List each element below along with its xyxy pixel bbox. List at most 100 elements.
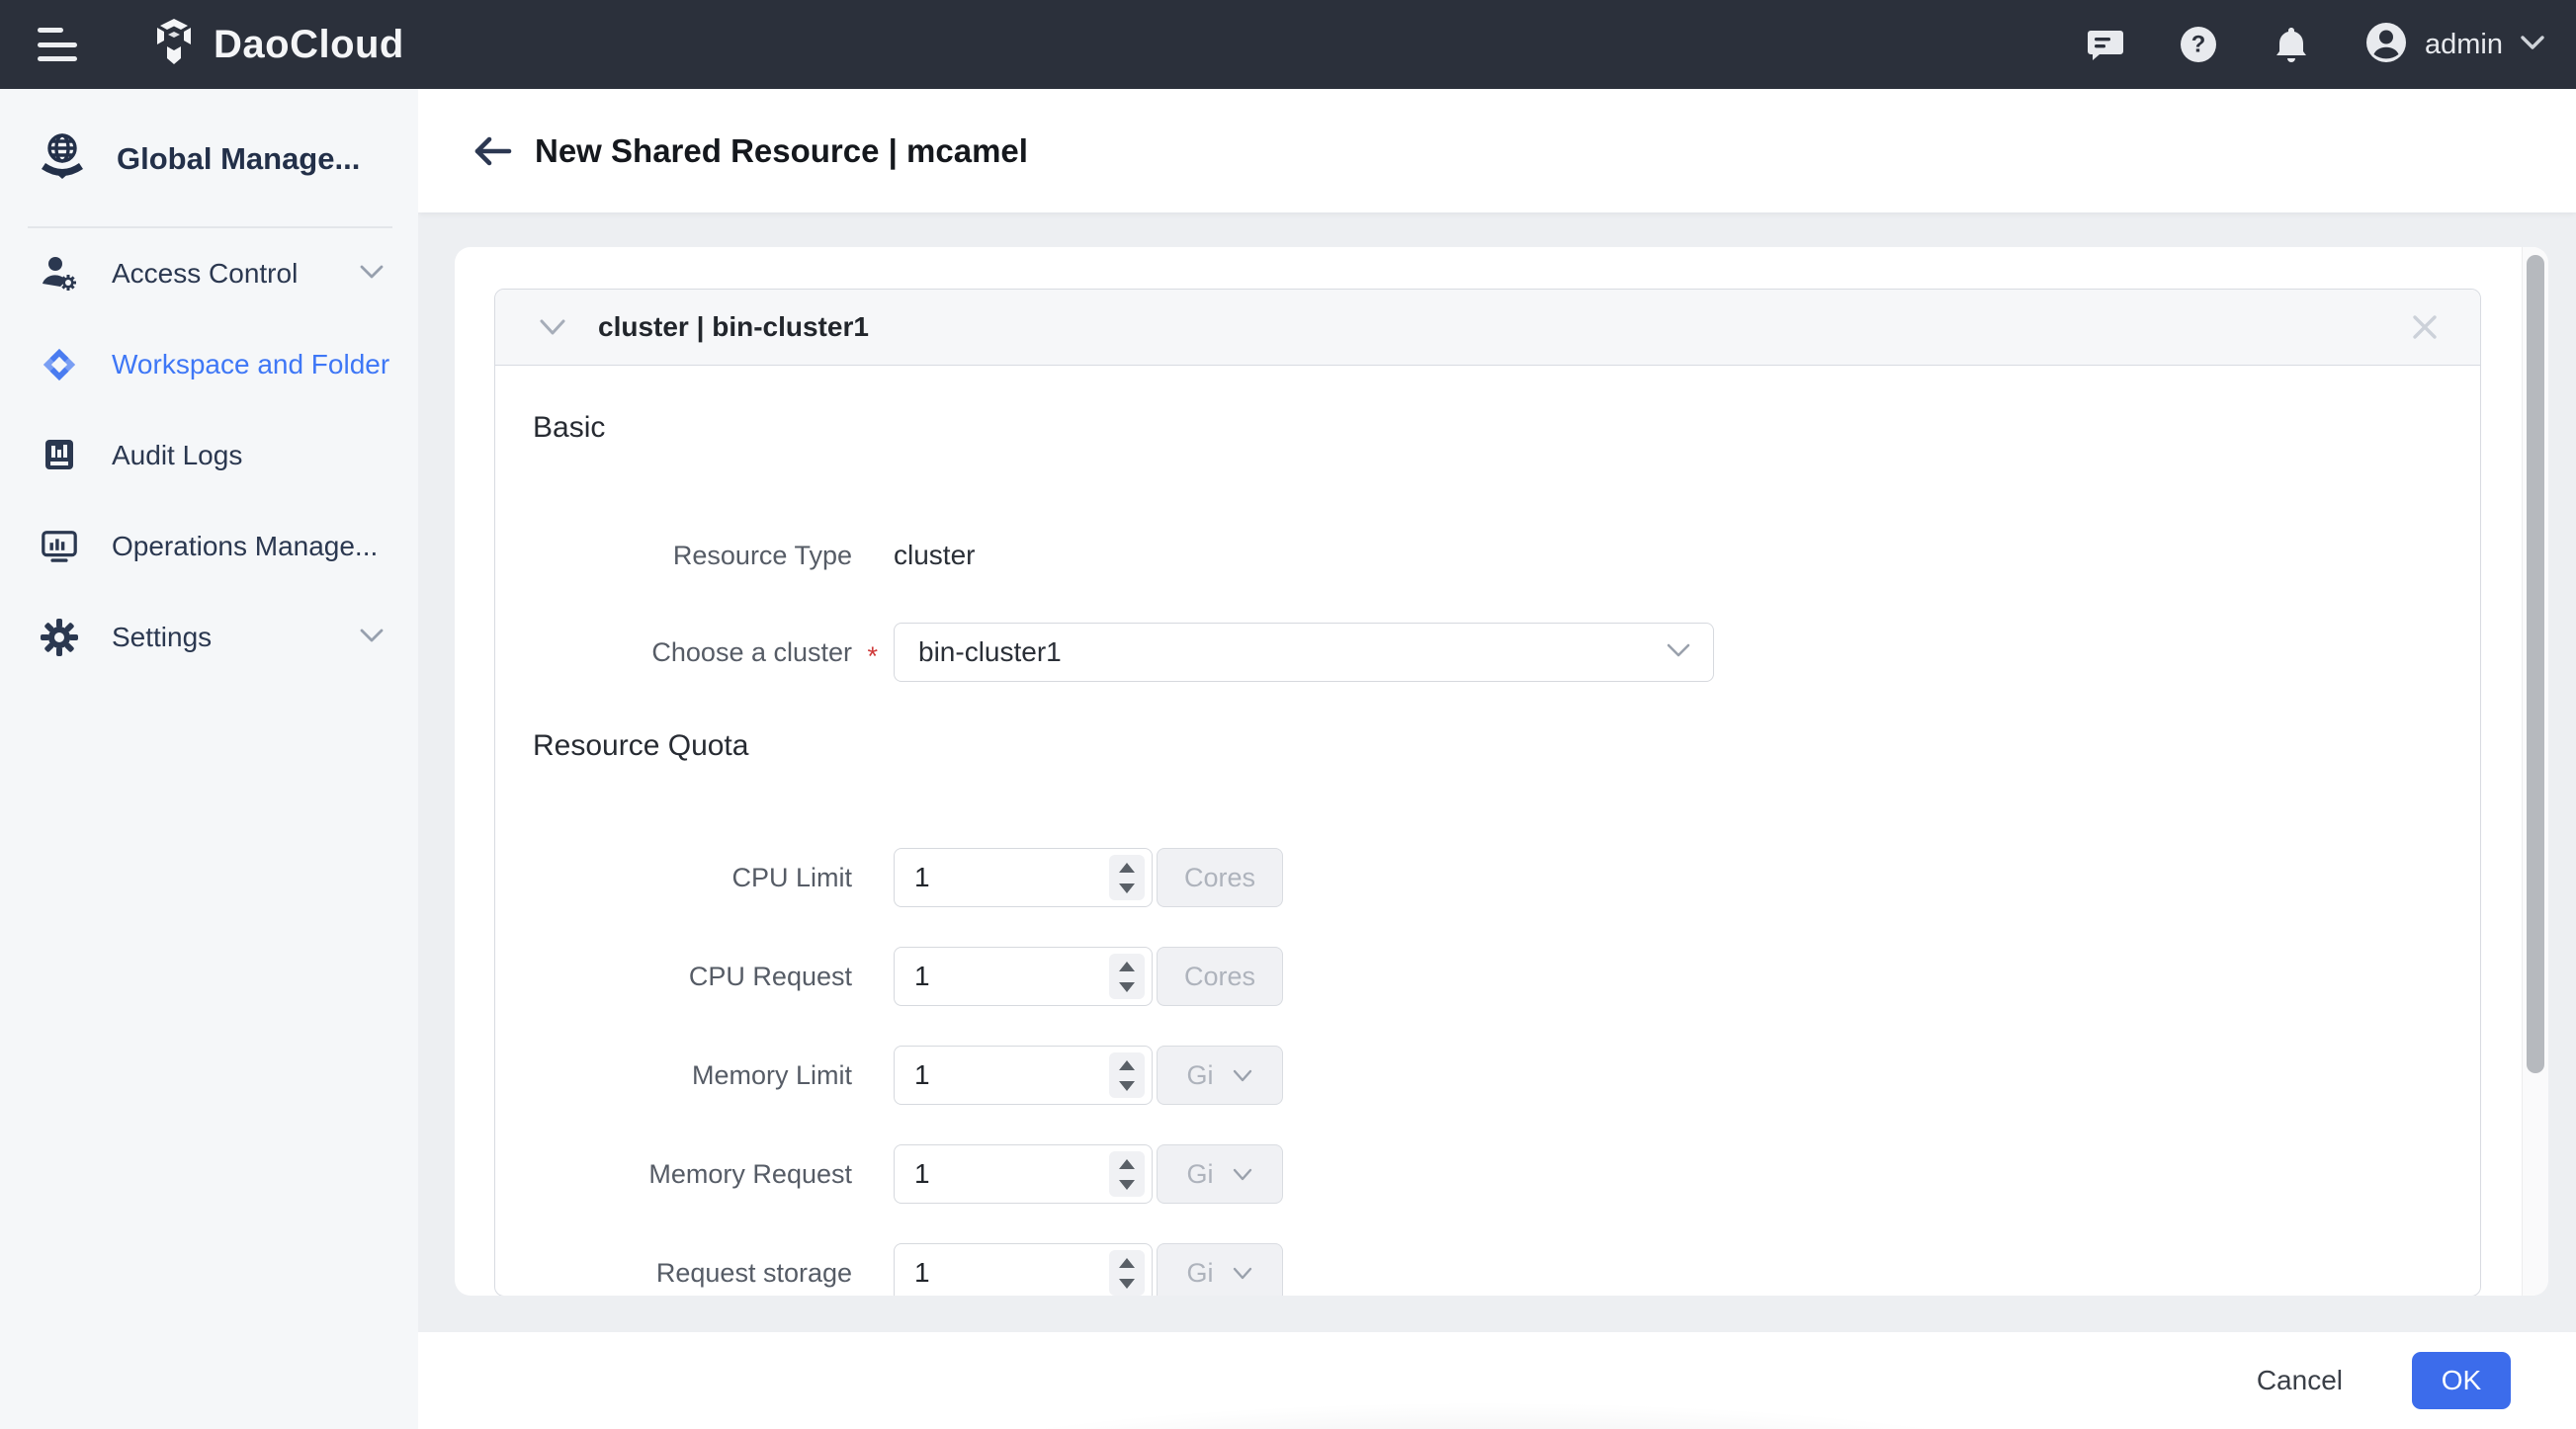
memory-limit-row: Memory Limit Gi xyxy=(533,1046,2480,1105)
request-storage-input[interactable] xyxy=(895,1244,1109,1296)
sidebar-item-label: Audit Logs xyxy=(112,440,242,471)
cpu-limit-input[interactable] xyxy=(895,849,1109,906)
sidebar-item-label: Operations Manage... xyxy=(112,531,378,562)
memory-request-label: Memory Request xyxy=(533,1159,852,1190)
choose-cluster-label: Choose a cluster* xyxy=(533,637,852,668)
stepper-up-icon[interactable] xyxy=(1119,1258,1135,1268)
request-storage-row: Request storage Gi xyxy=(533,1243,2480,1296)
stepper-up-icon[interactable] xyxy=(1119,1159,1135,1169)
memory-limit-unit-select[interactable]: Gi xyxy=(1157,1046,1283,1105)
help-icon[interactable]: ? xyxy=(2178,24,2219,65)
memory-request-input-group xyxy=(894,1144,1153,1204)
request-storage-input-group xyxy=(894,1243,1153,1296)
sidebar: Global Manage... Access Contro xyxy=(0,89,418,1429)
cluster-select[interactable]: bin-cluster1 xyxy=(894,623,1714,682)
footer-actions: Cancel OK xyxy=(2243,1332,2511,1429)
stepper-down-icon[interactable] xyxy=(1119,982,1135,992)
stepper-down-icon[interactable] xyxy=(1119,1081,1135,1091)
sidebar-item-label: Workspace and Folder xyxy=(112,349,389,380)
number-stepper[interactable] xyxy=(1109,855,1145,900)
request-storage-label: Request storage xyxy=(533,1258,852,1289)
scrollbar-track[interactable] xyxy=(2522,247,2548,1296)
topbar-right: ? admin xyxy=(2085,20,2576,70)
number-stepper[interactable] xyxy=(1109,954,1145,999)
required-asterisk: * xyxy=(867,641,878,672)
footer-bar: Cancel OK xyxy=(418,1332,2576,1429)
number-stepper[interactable] xyxy=(1109,1151,1145,1197)
cpu-request-row: CPU Request Cores xyxy=(533,947,2480,1006)
cpu-limit-input-group xyxy=(894,848,1153,907)
request-storage-unit-select[interactable]: Gi xyxy=(1157,1243,1283,1296)
sidebar-item-settings[interactable]: Settings xyxy=(0,592,418,683)
stepper-up-icon[interactable] xyxy=(1119,1060,1135,1070)
user-gear-icon xyxy=(40,254,79,294)
chevron-down-icon xyxy=(1232,1266,1253,1281)
sidebar-product-switcher[interactable]: Global Manage... xyxy=(0,89,418,226)
cluster-select-value: bin-cluster1 xyxy=(918,636,1062,668)
sidebar-item-workspace-and-folder[interactable]: Workspace and Folder xyxy=(0,319,418,410)
operations-icon xyxy=(40,527,79,566)
scrollbar-thumb[interactable] xyxy=(2527,255,2544,1073)
stepper-up-icon[interactable] xyxy=(1119,863,1135,873)
number-stepper[interactable] xyxy=(1109,1052,1145,1098)
cluster-card-body: Basic Resource Type cluster Choose a clu… xyxy=(495,411,2480,1296)
resource-type-label: Resource Type xyxy=(533,541,852,571)
sidebar-item-operations-manage[interactable]: Operations Manage... xyxy=(0,501,418,592)
memory-request-row: Memory Request Gi xyxy=(533,1144,2480,1204)
cpu-request-unit: Cores xyxy=(1157,947,1283,1006)
user-name: admin xyxy=(2425,29,2503,61)
stepper-down-icon[interactable] xyxy=(1119,1279,1135,1289)
stepper-down-icon[interactable] xyxy=(1119,883,1135,893)
section-title-basic: Basic xyxy=(533,411,2480,445)
bell-icon[interactable] xyxy=(2271,24,2312,65)
memory-request-input[interactable] xyxy=(895,1145,1109,1203)
sidebar-item-label: Settings xyxy=(112,622,212,653)
form-panel: cluster | bin-cluster1 Basic Resource Ty… xyxy=(455,247,2548,1296)
globe-icon xyxy=(38,130,87,187)
ok-button[interactable]: OK xyxy=(2412,1352,2511,1409)
memory-limit-input[interactable] xyxy=(895,1047,1109,1104)
chevron-down-icon xyxy=(359,263,385,286)
page-title: New Shared Resource | mcamel xyxy=(535,132,1028,170)
cluster-card-title: cluster | bin-cluster1 xyxy=(598,311,869,343)
sidebar-item-access-control[interactable]: Access Control xyxy=(0,228,418,319)
daocloud-cube-icon xyxy=(148,17,200,73)
cpu-request-input-group xyxy=(894,947,1153,1006)
cpu-request-label: CPU Request xyxy=(533,962,852,992)
stepper-up-icon[interactable] xyxy=(1119,962,1135,971)
content-area: cluster | bin-cluster1 Basic Resource Ty… xyxy=(418,212,2576,1332)
brand-name: DaoCloud xyxy=(214,23,404,67)
memory-limit-label: Memory Limit xyxy=(533,1060,852,1091)
back-arrow-icon[interactable] xyxy=(470,127,517,175)
message-icon[interactable] xyxy=(2085,24,2126,65)
main-area: New Shared Resource | mcamel cluster | b… xyxy=(418,89,2576,1429)
cpu-limit-unit: Cores xyxy=(1157,848,1283,907)
brand-logo[interactable]: DaoCloud xyxy=(148,17,404,73)
gear-icon xyxy=(40,618,79,657)
audit-logs-icon xyxy=(40,436,79,475)
memory-request-unit-select[interactable]: Gi xyxy=(1157,1144,1283,1204)
avatar-icon xyxy=(2363,20,2409,70)
sidebar-item-audit-logs[interactable]: Audit Logs xyxy=(0,410,418,501)
chevron-down-icon xyxy=(2519,33,2546,57)
cluster-card: cluster | bin-cluster1 Basic Resource Ty… xyxy=(494,289,2481,1296)
cluster-card-header[interactable]: cluster | bin-cluster1 xyxy=(495,290,2480,366)
cpu-request-input[interactable] xyxy=(895,948,1109,1005)
number-stepper[interactable] xyxy=(1109,1250,1145,1296)
cancel-button[interactable]: Cancel xyxy=(2243,1355,2357,1406)
hamburger-icon[interactable] xyxy=(38,28,77,61)
stepper-down-icon[interactable] xyxy=(1119,1180,1135,1190)
chevron-down-icon xyxy=(1232,1167,1253,1182)
workspace-icon xyxy=(40,345,79,384)
topbar: DaoCloud ? xyxy=(0,0,2576,89)
cpu-limit-row: CPU Limit Cores xyxy=(533,848,2480,907)
collapse-chevron-icon[interactable] xyxy=(535,309,570,345)
page-header: New Shared Resource | mcamel xyxy=(418,89,2576,212)
svg-text:?: ? xyxy=(2191,32,2206,58)
choose-cluster-row: Choose a cluster* bin-cluster1 xyxy=(533,623,2480,682)
close-icon[interactable] xyxy=(2405,307,2445,347)
memory-limit-input-group xyxy=(894,1046,1153,1105)
chevron-down-icon xyxy=(359,627,385,649)
user-menu[interactable]: admin xyxy=(2363,20,2546,70)
sidebar-item-label: Access Control xyxy=(112,258,298,290)
